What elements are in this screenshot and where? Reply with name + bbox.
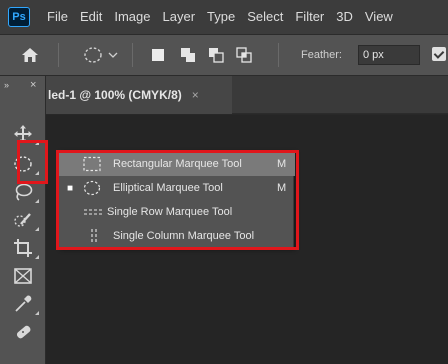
tool-group-indicator (35, 311, 39, 315)
photoshop-logo: Ps (8, 7, 30, 27)
tools-panel: » × (0, 76, 46, 364)
add-to-selection-icon[interactable] (176, 35, 200, 75)
flyout-highlight-box (56, 150, 299, 250)
collapse-panel-icon[interactable]: » (4, 80, 9, 90)
tool-group-indicator (35, 227, 39, 231)
menu-image[interactable]: Image (108, 0, 156, 34)
tool-highlight-box (17, 140, 48, 184)
separator (58, 43, 59, 67)
menu-file[interactable]: File (41, 0, 74, 34)
tool-group-indicator (35, 199, 39, 203)
spot-healing-icon[interactable] (9, 320, 37, 344)
separator (132, 43, 133, 67)
new-selection-icon[interactable] (146, 35, 170, 75)
menu-view[interactable]: View (359, 0, 399, 34)
menu-3d[interactable]: 3D (330, 0, 359, 34)
elliptical-marquee-icon[interactable] (80, 35, 106, 75)
menu-select[interactable]: Select (241, 0, 289, 34)
feather-label: Feather: (301, 49, 342, 61)
menu-layer[interactable]: Layer (157, 0, 202, 34)
crop-icon[interactable] (9, 236, 39, 260)
close-icon[interactable]: × (30, 79, 36, 91)
document-tab-title: led-1 @ 100% (CMYK/8) (48, 88, 182, 102)
menu-edit[interactable]: Edit (74, 0, 108, 34)
intersect-with-selection-icon[interactable] (232, 35, 256, 75)
menu-bar: Ps File Edit Image Layer Type Select Fil… (0, 0, 448, 34)
eyedropper-icon[interactable] (9, 292, 39, 316)
menu-filter[interactable]: Filter (289, 0, 330, 34)
separator (278, 43, 279, 67)
options-bar: Feather: 0 px (0, 34, 448, 76)
feather-input[interactable]: 0 px (358, 45, 420, 65)
tool-group-indicator (35, 255, 39, 259)
subtract-from-selection-icon[interactable] (204, 35, 228, 75)
quick-selection-icon[interactable] (9, 208, 39, 232)
close-icon[interactable]: × (192, 88, 199, 102)
document-tab-bar: led-1 @ 100% (CMYK/8) × (46, 76, 448, 114)
home-icon[interactable] (8, 35, 52, 75)
frame-icon[interactable] (9, 264, 37, 288)
menu-type[interactable]: Type (201, 0, 241, 34)
document-tab[interactable]: led-1 @ 100% (CMYK/8) × (46, 76, 232, 114)
chevron-down-icon[interactable] (106, 35, 120, 75)
anti-alias-checkbox[interactable] (432, 47, 446, 61)
